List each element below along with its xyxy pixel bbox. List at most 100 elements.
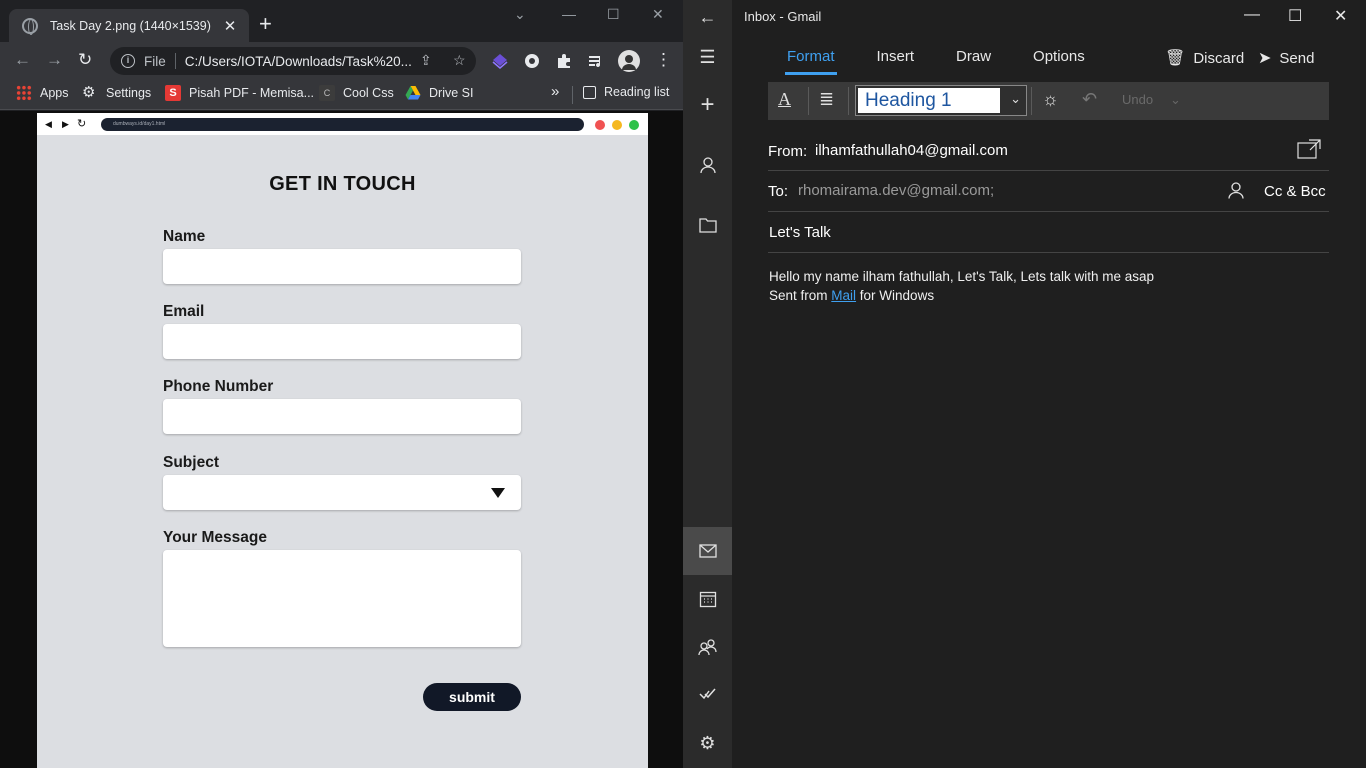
media-control-icon[interactable] bbox=[587, 52, 605, 70]
minimize-button[interactable]: — bbox=[562, 6, 576, 22]
tab-insert[interactable]: Insert bbox=[877, 48, 915, 78]
info-icon[interactable]: i bbox=[121, 54, 135, 68]
message-body[interactable]: Hello my name ilham fathullah, Let's Tal… bbox=[769, 267, 1154, 305]
trash-icon: 🗑 bbox=[1165, 50, 1186, 67]
apps-grid-icon bbox=[16, 85, 32, 101]
todo-switch-button[interactable] bbox=[683, 670, 732, 718]
reading-list-button[interactable]: Reading list bbox=[583, 85, 669, 99]
font-color-icon[interactable]: A bbox=[778, 89, 791, 110]
more-bookmarks-glyph: » bbox=[551, 83, 560, 100]
message-textarea[interactable] bbox=[163, 550, 521, 647]
to-row: To: rhomairama.dev@gmail.com; Cc & Bcc bbox=[768, 171, 1329, 212]
reading-list-label: Reading list bbox=[604, 85, 670, 99]
mail-window: ← ☰ + ⚙ Inbox - Gmail — ☐ ✕ Format Inser… bbox=[683, 0, 1366, 768]
name-input[interactable] bbox=[163, 249, 521, 284]
extension-icon[interactable] bbox=[491, 52, 509, 70]
bookmark-apps[interactable]: Apps bbox=[16, 85, 69, 101]
close-window-button[interactable]: ✕ bbox=[652, 6, 664, 23]
discard-button[interactable]: 🗑 Discard bbox=[1165, 48, 1244, 68]
hamburger-button[interactable]: ☰ bbox=[683, 33, 732, 81]
gear-icon: ⚙ bbox=[82, 84, 96, 101]
back-icon[interactable]: ← bbox=[14, 50, 31, 70]
divider bbox=[572, 86, 573, 104]
close-tab-icon[interactable]: ✕ bbox=[221, 17, 239, 35]
tab-search-icon[interactable]: ⌄ bbox=[514, 6, 526, 23]
people-switch-button[interactable] bbox=[683, 623, 732, 671]
folder-icon bbox=[698, 218, 717, 233]
browser-tab[interactable]: Task Day 2.png (1440×1539) ✕ bbox=[9, 9, 249, 42]
extension-icon[interactable] bbox=[523, 52, 541, 70]
bookmark-label: Apps bbox=[40, 86, 69, 100]
hamburger-icon: ☰ bbox=[699, 46, 716, 67]
divider bbox=[848, 87, 849, 115]
forward-icon[interactable]: → bbox=[46, 50, 63, 70]
tab-format[interactable]: Format bbox=[785, 48, 837, 78]
divider bbox=[808, 87, 809, 115]
green-dot bbox=[629, 120, 639, 130]
subject-row: Let's Talk bbox=[768, 212, 1329, 253]
mail-switch-button[interactable] bbox=[683, 527, 732, 575]
subject-label: Subject bbox=[163, 454, 219, 471]
from-row: From: ilhamfathullah04@gmail.com bbox=[768, 131, 1329, 171]
chevron-down-icon: ⌄ bbox=[1010, 91, 1021, 106]
divider bbox=[1031, 87, 1032, 115]
bookmarks-bar: Apps ⚙ Settings S Pisah PDF - Memisa... … bbox=[0, 80, 683, 110]
checkmark-icon bbox=[698, 688, 716, 700]
ribbon-tabs: Format Insert Draw Options bbox=[785, 48, 1127, 78]
subject-field[interactable]: Let's Talk bbox=[769, 224, 831, 241]
reload-icon[interactable]: ↻ bbox=[78, 50, 92, 70]
new-tab-button[interactable]: + bbox=[259, 13, 272, 35]
bookmark-cool-css[interactable]: C Cool Css bbox=[319, 85, 394, 101]
undo-icon[interactable]: ↶ bbox=[1082, 89, 1097, 110]
minimize-button[interactable]: — bbox=[1244, 6, 1260, 24]
share-icon[interactable]: ⇪ bbox=[420, 52, 432, 69]
puzzle-icon[interactable] bbox=[555, 52, 573, 70]
from-value[interactable]: ilhamfathullah04@gmail.com bbox=[815, 142, 1008, 159]
tab-strip: Task Day 2.png (1440×1539) ✕ + ⌄ — ☐ ✕ bbox=[0, 0, 683, 42]
chevron-down-icon[interactable]: ⌄ bbox=[1170, 92, 1181, 108]
send-button[interactable]: ➤ Send bbox=[1258, 48, 1314, 68]
tab-draw[interactable]: Draw bbox=[956, 48, 991, 78]
address-bar[interactable]: i File C:/Users/IOTA/Downloads/Task%20..… bbox=[110, 47, 476, 75]
contact-picker-icon[interactable] bbox=[1228, 182, 1244, 199]
tab-options[interactable]: Options bbox=[1033, 48, 1085, 78]
bookmark-pisah-pdf[interactable]: S Pisah PDF - Memisa... bbox=[165, 85, 314, 101]
drive-icon bbox=[405, 85, 421, 101]
from-label: From: bbox=[768, 143, 808, 160]
style-dropdown[interactable]: Heading 1 ⌄ bbox=[855, 85, 1027, 116]
accounts-button[interactable] bbox=[683, 141, 732, 189]
profile-avatar[interactable] bbox=[618, 50, 640, 72]
person-icon bbox=[699, 157, 716, 174]
maximize-button[interactable]: ☐ bbox=[1288, 6, 1302, 26]
settings-button[interactable]: ⚙ bbox=[683, 719, 732, 767]
folders-button[interactable] bbox=[683, 201, 732, 249]
star-icon[interactable]: ☆ bbox=[453, 52, 466, 69]
clear-format-icon[interactable]: ☼ bbox=[1042, 89, 1059, 110]
new-mail-button[interactable]: + bbox=[683, 81, 732, 129]
menu-icon[interactable]: ⋮ bbox=[655, 50, 672, 70]
mail-link[interactable]: Mail bbox=[831, 288, 856, 303]
close-window-button[interactable]: ✕ bbox=[1334, 6, 1347, 26]
undo-label: Undo bbox=[1122, 92, 1154, 107]
envelope-icon bbox=[698, 544, 717, 558]
red-dot bbox=[595, 120, 605, 130]
more-bookmarks-button[interactable]: » bbox=[551, 83, 559, 100]
bookmark-drive-si[interactable]: Drive SI bbox=[405, 85, 473, 101]
calendar-switch-button[interactable] bbox=[683, 575, 732, 623]
bookmark-label: Pisah PDF - Memisa... bbox=[189, 86, 315, 100]
paragraph-format-icon[interactable]: ≣ bbox=[819, 89, 834, 110]
maximize-button[interactable]: ☐ bbox=[607, 6, 620, 23]
submit-button[interactable]: submit bbox=[423, 683, 521, 711]
tab-title: Task Day 2.png (1440×1539) bbox=[50, 18, 211, 33]
back-arrow-icon: ← bbox=[698, 6, 717, 27]
phone-input[interactable] bbox=[163, 399, 521, 434]
email-input[interactable] bbox=[163, 324, 521, 359]
cc-bcc-button[interactable]: Cc & Bcc bbox=[1264, 183, 1326, 200]
url-text[interactable]: C:/Users/IOTA/Downloads/Task%20... bbox=[185, 54, 415, 69]
divider bbox=[174, 53, 176, 69]
subject-select[interactable] bbox=[163, 475, 521, 510]
popout-icon[interactable] bbox=[1297, 139, 1321, 159]
body-line: Hello my name ilham fathullah, Let's Tal… bbox=[769, 269, 1155, 284]
to-value[interactable]: rhomairama.dev@gmail.com; bbox=[798, 182, 994, 199]
bookmark-settings[interactable]: ⚙ Settings bbox=[82, 85, 151, 101]
